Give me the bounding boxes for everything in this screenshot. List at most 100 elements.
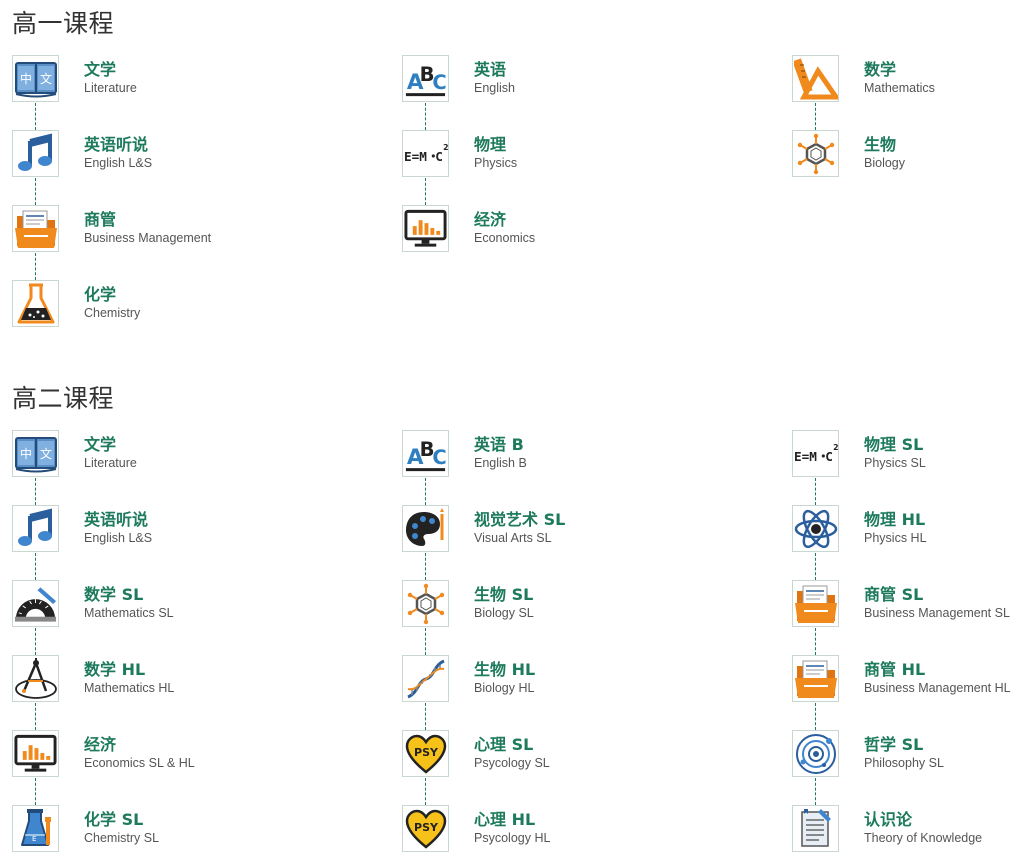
course-title-cn[interactable]: 英语听说 [84,131,148,155]
course-title-en: English B [474,456,527,470]
course-title-cn[interactable]: 商管 SL [864,581,923,605]
monitor-chart-icon[interactable] [12,730,59,777]
course-title-en: Biology HL [474,681,535,695]
monitor-chart-icon[interactable] [402,205,449,252]
course-item[interactable]: 化学 Chemistry [12,280,332,330]
course-item[interactable]: 中 文 文学 Literature [12,430,332,505]
course-title-cn[interactable]: 生物 SL [474,581,533,605]
course-item[interactable]: A B C 英语 English [402,55,722,130]
course-title-cn[interactable]: 英语 B [474,431,524,455]
emc2-icon[interactable]: E=M C 2 [792,430,839,477]
course-item[interactable]: 商管 HL Business Management HL [792,655,1025,730]
course-title-en: Visual Arts SL [474,531,552,545]
course-item[interactable]: E=M C 2 物理 SLPhysics SL [792,430,1025,505]
psy-heart-icon[interactable]: PSY [402,805,449,852]
document-pen-icon[interactable] [792,805,839,852]
course-item[interactable]: 哲学 SL Philosophy SL [792,730,1025,805]
emc2-icon[interactable]: E=M C 2 [402,130,449,177]
connector-line [35,703,36,730]
molecule-icon[interactable] [402,580,449,627]
folder-icon[interactable] [792,580,839,627]
book-icon[interactable]: 中 文 [12,55,59,102]
folder-icon[interactable] [792,655,839,702]
course-title-cn[interactable]: 哲学 SL [864,731,923,755]
atom-icon[interactable] [792,505,839,552]
abc-icon[interactable]: A B C [402,430,449,477]
protractor-icon[interactable] [12,580,59,627]
course-title-cn[interactable]: 物理 SL [864,431,923,455]
course-title-cn[interactable]: 文学 [84,56,116,80]
course-item[interactable]: 数学 HL Mathematics HL [12,655,332,730]
course-item[interactable]: 商管 Business Management [12,205,332,280]
course-item[interactable]: 经济 Economics [402,205,722,255]
course-title-cn[interactable]: 英语 [474,56,506,80]
section-title: 高一课程 [12,9,115,38]
course-item[interactable]: 数学 Mathematics [792,55,1025,130]
book-icon[interactable]: 中 文 [12,430,59,477]
flask-icon[interactable] [12,280,59,327]
course-title-cn[interactable]: 商管 [84,206,116,230]
course-title-en: Psycology HL [474,831,551,845]
abc-icon[interactable]: A B C [402,55,449,102]
folder-icon[interactable] [12,205,59,252]
ruler-icon[interactable] [792,55,839,102]
course-title-cn[interactable]: 认识论 [864,806,912,830]
course-item[interactable]: PSY 心理 HL Psycology HL [402,805,722,855]
course-item[interactable]: 英语听说 English L&S [12,505,332,580]
course-item[interactable]: E 化学 SL Chemistry SL [12,805,332,855]
course-title-cn[interactable]: 生物 [864,131,896,155]
course-item[interactable]: 数学 SL Mathematics SL [12,580,332,655]
course-title-cn[interactable]: 商管 HL [864,656,925,680]
course-item[interactable]: 生物 HL Biology HL [402,655,722,730]
course-title-en: Mathematics HL [84,681,175,695]
course-item[interactable]: E=M C 2 物理Physics [402,130,722,205]
svg-text:E=M: E=M [404,148,427,163]
course-title-cn[interactable]: 物理 HL [864,506,925,530]
course-title-en: Philosophy SL [864,756,944,770]
course-item[interactable]: 中 文 文学 Literature [12,55,332,130]
course-title-cn[interactable]: 文学 [84,431,116,455]
course-title-cn[interactable]: 化学 [84,281,116,305]
course-title-cn[interactable]: 生物 HL [474,656,535,680]
course-title-cn[interactable]: 数学 SL [84,581,143,605]
course-item[interactable]: A B C 英语 B English B [402,430,722,505]
course-title-cn[interactable]: 经济 [84,731,116,755]
svg-text:PSY: PSY [414,746,439,759]
course-item[interactable]: 英语听说 English L&S [12,130,332,205]
test-tube-icon[interactable]: E [12,805,59,852]
course-title-cn[interactable]: 视觉艺术 SL [474,506,565,530]
course-title-en: Business Management SL [864,606,1010,620]
course-title-en: Biology [864,156,905,170]
molecule-icon[interactable] [792,130,839,177]
course-item[interactable]: 认识论 Theory of Knowledge [792,805,1025,855]
course-title-cn[interactable]: 数学 [864,56,896,80]
course-title-cn[interactable]: 化学 SL [84,806,143,830]
course-item[interactable]: 经济 Economics SL & HL [12,730,332,805]
music-note-icon[interactable] [12,130,59,177]
compass-icon[interactable] [12,655,59,702]
course-item[interactable]: 视觉艺术 SL Visual Arts SL [402,505,722,580]
connector-line [425,778,426,805]
connector-line [425,178,426,205]
course-item[interactable]: 商管 SL Business Management SL [792,580,1025,655]
course-title-cn[interactable]: 心理 SL [474,731,533,755]
palette-icon[interactable] [402,505,449,552]
course-title-cn[interactable]: 英语听说 [84,506,148,530]
course-title-cn[interactable]: 心理 HL [474,806,535,830]
course-item[interactable]: PSY 心理 SL Psycology SL [402,730,722,805]
connector-line [35,778,36,805]
dna-icon[interactable] [402,655,449,702]
course-title-cn[interactable]: 物理 [474,131,506,155]
course-title-en: Economics SL & HL [84,756,195,770]
course-item[interactable]: 生物 SL Biology SL [402,580,722,655]
course-title-cn[interactable]: 经济 [474,206,506,230]
psy-heart-icon[interactable]: PSY [402,730,449,777]
svg-text:E=M: E=M [794,448,817,463]
course-item[interactable]: 物理 HL Physics HL [792,505,1025,580]
svg-text:文: 文 [39,446,51,461]
course-title-cn[interactable]: 数学 HL [84,656,145,680]
course-item[interactable]: 生物 Biology [792,130,1025,180]
orbit-icon[interactable] [792,730,839,777]
connector-line [35,553,36,580]
music-note-icon[interactable] [12,505,59,552]
